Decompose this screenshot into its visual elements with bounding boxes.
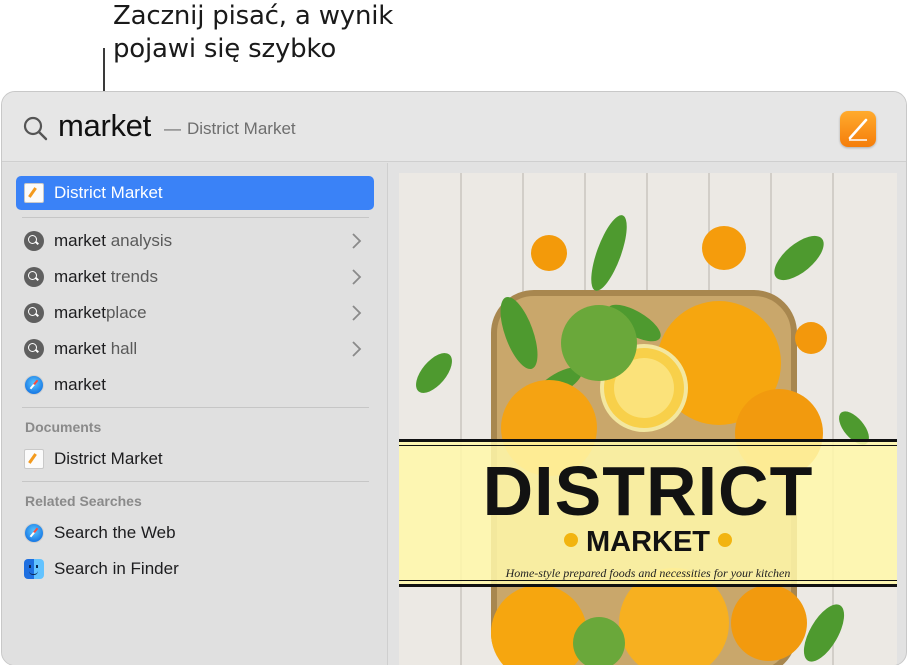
spotlight-window: market — District Market District Market … xyxy=(1,91,907,665)
search-in-finder-row[interactable]: Search in Finder xyxy=(16,552,374,586)
search-suggestion-icon xyxy=(24,303,44,323)
pages-document-icon xyxy=(24,183,44,203)
preview-artwork xyxy=(399,173,897,665)
callout-line-1: Zacznij pisać, a wynik xyxy=(113,0,393,33)
preview-tagline: Home-style prepared foods and necessitie… xyxy=(399,566,897,581)
suggestion-label: market trends xyxy=(54,267,158,287)
suggestion-row-market-hall[interactable]: market hall xyxy=(16,332,374,366)
section-header-documents: Documents xyxy=(25,419,101,435)
suggestion-label: market hall xyxy=(54,339,137,359)
search-suggestion-icon xyxy=(24,339,44,359)
suggestion-text: District Market xyxy=(187,119,296,138)
autocomplete-suggestion: — District Market xyxy=(164,119,296,139)
preview-title: DISTRICT xyxy=(399,455,897,527)
preview-subtitle-row: MARKET xyxy=(399,527,897,557)
suggestion-row-market-trends[interactable]: market trends xyxy=(16,260,374,294)
top-hit-label: District Market xyxy=(54,183,163,203)
pages-document-icon xyxy=(24,449,44,469)
suggestion-label: market analysis xyxy=(54,231,172,251)
related-label: Search the Web xyxy=(54,523,176,543)
section-header-related-searches: Related Searches xyxy=(25,493,142,509)
lemon-icon xyxy=(718,533,732,547)
suggestion-row-marketplace[interactable]: marketplace xyxy=(16,296,374,330)
search-suggestion-icon xyxy=(24,267,44,287)
suggestion-label: marketplace xyxy=(54,303,147,323)
suggestion-row-market-analysis[interactable]: market analysis xyxy=(16,224,374,258)
chevron-right-icon xyxy=(350,340,362,358)
search-the-web-row[interactable]: Search the Web xyxy=(16,516,374,550)
safari-icon xyxy=(24,375,44,395)
suggestion-dash: — xyxy=(164,119,181,138)
separator xyxy=(22,407,369,408)
related-label: Search in Finder xyxy=(54,559,179,579)
search-suggestion-icon xyxy=(24,231,44,251)
safari-icon xyxy=(24,523,44,543)
document-label: District Market xyxy=(54,449,163,469)
separator xyxy=(22,217,369,218)
top-hit-row[interactable]: District Market xyxy=(16,176,374,210)
document-preview[interactable]: DISTRICT MARKET Home-style prepared food… xyxy=(399,173,897,665)
search-input[interactable]: market xyxy=(58,106,151,146)
chevron-right-icon xyxy=(350,268,362,286)
callout-line-2: pojawi się szybko xyxy=(113,33,393,66)
pages-icon[interactable] xyxy=(840,111,876,147)
search-bar[interactable]: market — District Market xyxy=(2,92,906,162)
search-icon xyxy=(22,115,48,141)
preview-title-banner: DISTRICT MARKET Home-style prepared food… xyxy=(399,439,897,587)
web-result-label: market xyxy=(54,375,106,395)
web-result-row[interactable]: market xyxy=(16,368,374,402)
separator xyxy=(22,481,369,482)
chevron-right-icon xyxy=(350,304,362,322)
chevron-right-icon xyxy=(350,232,362,250)
results-list: District Market market analysis market t… xyxy=(2,163,388,665)
document-row[interactable]: District Market xyxy=(16,442,374,476)
finder-icon xyxy=(24,559,44,579)
lemon-icon xyxy=(564,533,578,547)
callout-annotation: Zacznij pisać, a wynik pojawi się szybko xyxy=(113,0,393,66)
preview-subtitle: MARKET xyxy=(586,526,710,558)
